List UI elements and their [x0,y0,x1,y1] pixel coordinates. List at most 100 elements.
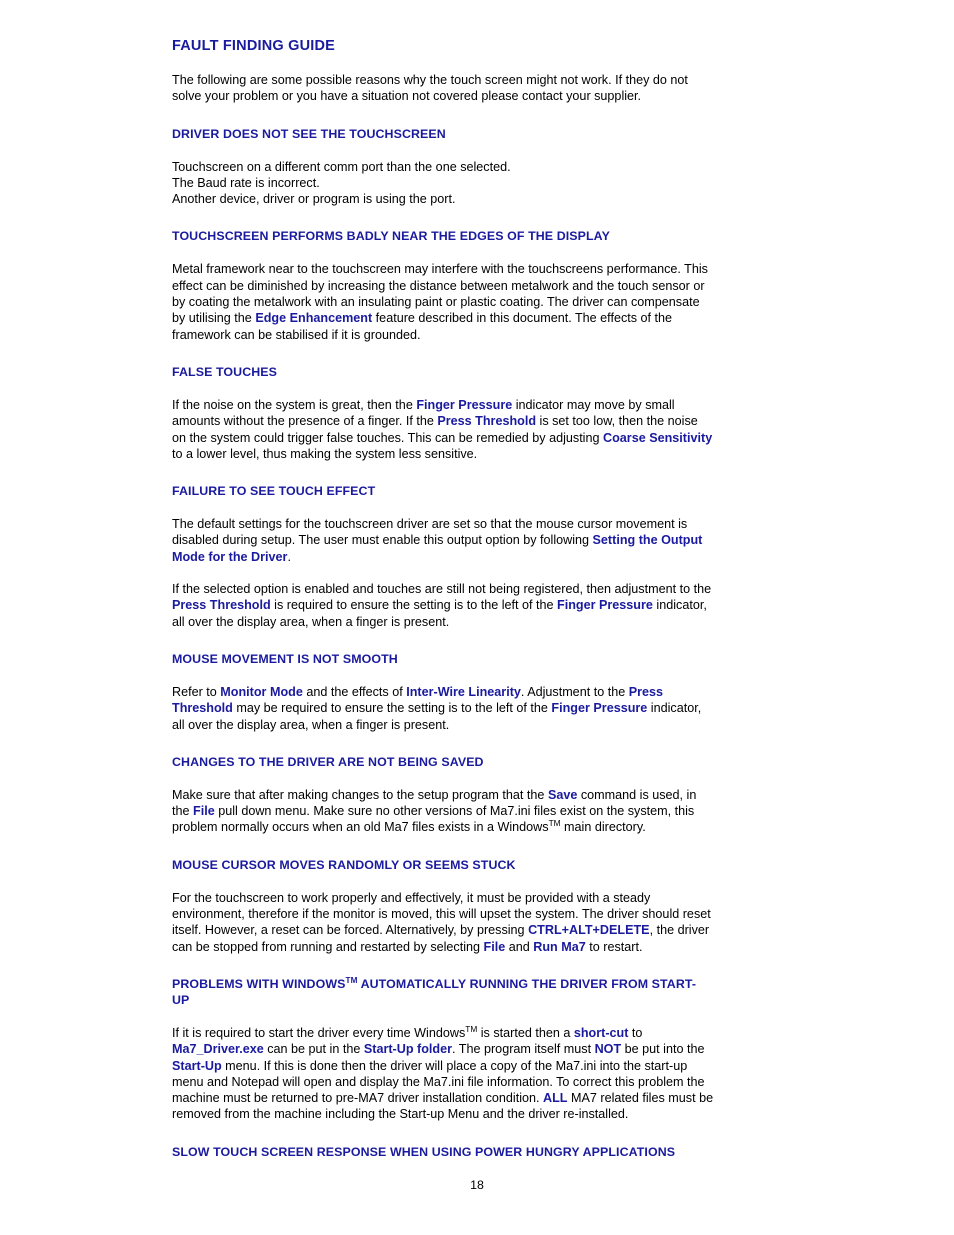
section-heading-false-touches: FALSE TOUCHES [172,364,278,379]
section-body-mouse-movement: Refer to Monitor Mode and the effects of… [172,684,800,733]
body-line: problem normally occurs when an old Ma7 … [172,820,549,835]
body-line: can be stopped from running and restarte… [172,939,484,954]
section-body-changes-not-saved: Make sure that after making changes to t… [172,787,800,836]
page-title: FAULT FINDING GUIDE [172,38,336,54]
term-edge-enhancement: Edge Enhancement [255,311,373,326]
body-line: disabled during setup. The user must ena… [172,533,593,548]
body-line: . The program itself must [452,1042,595,1057]
term-short-cut: short-cut [573,1025,629,1040]
section-heading-driver-does-not-see: DRIVER DOES NOT SEE THE TOUCHSCREEN [172,126,446,141]
body-line: can be put in the [263,1042,364,1057]
body-line: by utilising the [172,311,256,326]
section-heading-problems-with-windows-startup: PROBLEMS WITH WINDOWSTM AUTOMATICALLY RU… [172,976,800,1008]
body-line: by coating the metalwork with an insulat… [172,295,700,310]
body-line: itself. However, a reset can be forced. … [172,923,529,938]
body-line: Another device, driver or program is usi… [172,192,456,207]
section-heading-performs-badly: TOUCHSCREEN PERFORMS BADLY NEAR THE EDGE… [172,229,610,244]
section-body-driver-does-not-see: Touchscreen on a different comm port tha… [172,159,800,208]
term-press: Press [628,684,664,699]
section-body-failure-para-1: The default settings for the touchscreen… [172,516,800,565]
trademark-symbol: TM [345,975,358,985]
term-coarse-sensitivity: Coarse Sensitivity [603,430,713,445]
term-save: Save [547,787,578,802]
term-run-ma7: Run Ma7 [533,939,586,954]
trademark-symbol: TM [465,1023,478,1034]
section-body-problems-with-windows-startup: If it is required to start the driver ev… [172,1025,800,1123]
term-ma7-driver-exe: Ma7_Driver.exe [172,1042,264,1057]
body-line: Make sure that after making changes to t… [172,787,548,802]
intro-paragraph: The following are some possible reasons … [172,72,800,105]
body-line: to [628,1025,643,1040]
term-finger-pressure: Finger Pressure [416,397,513,412]
term-threshold: Threshold [172,701,233,716]
body-line: on the system could trigger false touche… [172,430,603,445]
trademark-symbol: TM [548,818,561,829]
body-line: pull down menu. Make sure no other versi… [214,804,695,819]
page-content: FAULT FINDING GUIDE The following are so… [172,38,800,1160]
body-line: and [505,939,534,954]
body-line: is required to ensure the setting is to … [270,598,558,613]
body-line: menu. If this is done then the driver wi… [221,1058,688,1073]
section-body-performs-badly: Metal framework near to the touchscreen … [172,261,800,342]
term-start-up: Start-Up [172,1058,222,1073]
body-line: all over the display area, when a finger… [172,614,450,629]
section-heading-cursor-moves-randomly: MOUSE CURSOR MOVES RANDOMLY OR SEEMS STU… [172,857,516,872]
term-press-threshold: Press Threshold [172,598,271,613]
heading-text-part-2: AUTOMATICALLY RUNNING THE DRIVER FROM ST… [357,976,697,991]
body-line: indicator may move by small [512,397,675,412]
body-line: For the touchscreen to work properly and… [172,890,651,905]
body-line: If the selected option is enabled and to… [172,582,712,597]
section-body-failure-para-2: If the selected option is enabled and to… [172,581,800,630]
body-line: framework can be stabilised if it is gro… [172,327,421,342]
term-file: File [193,804,215,819]
body-line: indicator, [647,701,702,716]
body-line: . Adjustment to the [520,684,629,699]
body-line: the [172,804,194,819]
document-page: FAULT FINDING GUIDE The following are so… [0,0,954,1235]
section-heading-failure-to-see-touch-effect: FAILURE TO SEE TOUCH EFFECT [172,484,376,499]
term-finger-pressure: Finger Pressure [551,701,648,716]
page-number: 18 [470,1178,484,1192]
body-line: is set too low, then the noise [536,414,698,429]
term-inter-wire-linearity: Inter-Wire Linearity [406,684,521,699]
body-line: is started then a [477,1025,574,1040]
section-heading-slow-touch-screen-response: SLOW TOUCH SCREEN RESPONSE WHEN USING PO… [172,1144,676,1159]
body-line: all over the display area, when a finger… [172,717,450,732]
body-line: feature described in this document. The … [372,311,673,326]
body-line: . [287,549,291,564]
body-line: If it is required to start the driver ev… [172,1025,466,1040]
body-line: environment, therefore if the monitor is… [172,907,711,922]
body-line: The default settings for the touchscreen… [172,517,688,532]
body-line: command is used, in [577,787,697,802]
heading-text-part-1: PROBLEMS WITH WINDOWS [172,976,346,991]
body-line: and the effects of [302,684,407,699]
body-line: removed from the machine including the S… [172,1107,629,1122]
body-line: may be required to ensure the setting is… [232,701,552,716]
body-line: The Baud rate is incorrect. [172,175,320,190]
term-mode-for-the-driver: Mode for the Driver [172,549,288,564]
body-line: amounts without the presence of a finger… [172,414,438,429]
term-press-threshold: Press Threshold [437,414,537,429]
intro-line-1: The following are some possible reasons … [172,73,688,87]
term-finger-pressure: Finger Pressure [557,598,653,613]
term-file: File [483,939,506,954]
body-line: Touchscreen on a different comm port tha… [172,159,511,174]
term-startup-folder: Start-Up folder [363,1042,453,1057]
term-all: ALL [543,1091,568,1106]
